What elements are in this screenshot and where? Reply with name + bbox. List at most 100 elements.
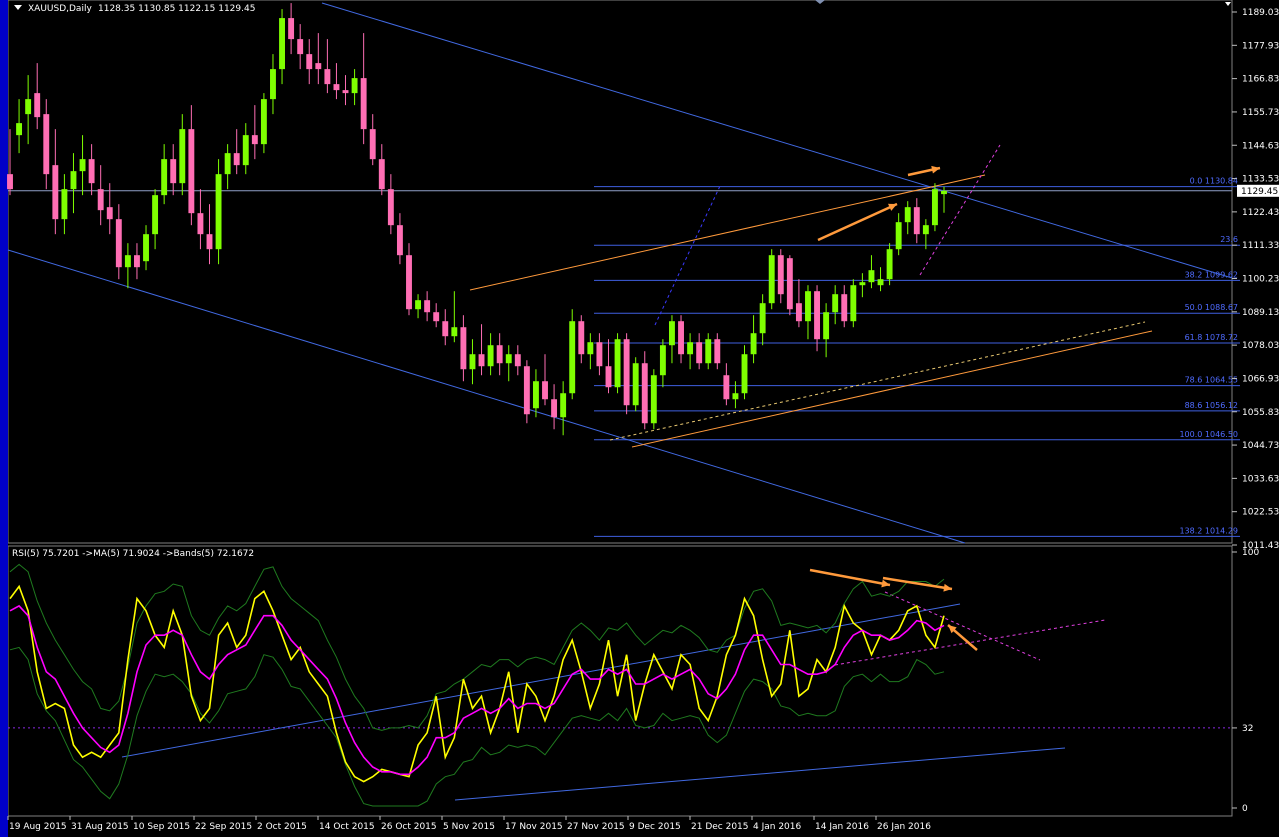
candle-body-bear bbox=[115, 219, 122, 268]
blue-dotted-line bbox=[654, 185, 721, 326]
candle-body-bull bbox=[242, 135, 249, 166]
candle-body-bear bbox=[52, 165, 59, 220]
candle-body-bear bbox=[134, 255, 140, 268]
price-tick-label: 1177.93 bbox=[1242, 41, 1279, 51]
price-tick-label: 1044.73 bbox=[1242, 441, 1279, 451]
trend-lines[interactable] bbox=[7, 2, 1233, 544]
candle-body-bear bbox=[433, 312, 440, 322]
candle-body-bull bbox=[904, 207, 911, 223]
candle-body-bull bbox=[614, 339, 621, 388]
candle-body-bear bbox=[777, 255, 784, 295]
candle-body-bull bbox=[632, 363, 639, 406]
fib-level-label: 138.2 1014.29 bbox=[1179, 526, 1238, 535]
candle-body-bull bbox=[161, 159, 168, 196]
candle-body-bull bbox=[895, 222, 902, 250]
candle-body-bull bbox=[532, 381, 539, 409]
candle-body-bear bbox=[723, 375, 730, 400]
candle-body-bear bbox=[478, 354, 485, 367]
candle-body-bear bbox=[841, 294, 848, 322]
candle-body-bear bbox=[88, 159, 95, 184]
mt4-chart-window[interactable]: 0.0 1130.84 23.6 38.2 1099.62 50.0 1088.67 6… bbox=[0, 0, 1279, 837]
candle-body-bear bbox=[795, 303, 802, 322]
fib-level-label: 0.0 1130.84 bbox=[1190, 177, 1238, 186]
candle-body-bear bbox=[514, 354, 521, 367]
time-tick-label: 2 Oct 2015 bbox=[257, 822, 307, 832]
candle-body-bear bbox=[696, 342, 703, 364]
candle-body-bull bbox=[260, 99, 267, 145]
fib-level-label: 61.8 1078.72 bbox=[1185, 333, 1238, 342]
indicator-header: RSI(5) 75.7201 ->MA(5) 71.9024 ->Bands(5… bbox=[12, 549, 254, 559]
candle-body-bear bbox=[424, 300, 431, 313]
candle-body-bull bbox=[351, 78, 358, 94]
candle-body-bull bbox=[931, 189, 938, 226]
time-tick-label: 22 Sep 2015 bbox=[195, 822, 252, 832]
candle-body-bull bbox=[823, 312, 830, 340]
candle-body-bull bbox=[569, 321, 576, 394]
time-tick-label: 14 Jan 2016 bbox=[815, 822, 869, 832]
price-tick-label: 1066.93 bbox=[1242, 374, 1279, 384]
candle-body-bull bbox=[451, 327, 458, 337]
chart-header-symbol: XAUUSD,Daily bbox=[28, 4, 92, 14]
candle-body-bear bbox=[442, 321, 449, 337]
rsi-indicator bbox=[8, 563, 1232, 807]
candle-body-bear bbox=[641, 363, 648, 424]
rsi-tick-label: 100 bbox=[1242, 548, 1259, 558]
candle-body-bear bbox=[542, 381, 548, 400]
candle-body-bear bbox=[315, 63, 322, 70]
rsi-magenta-dotted-1 bbox=[884, 591, 1041, 661]
candle-body-bull bbox=[469, 354, 476, 370]
candle-body-bear bbox=[678, 321, 684, 355]
candle-body-bull bbox=[25, 99, 32, 115]
rsi-tick-label: 0 bbox=[1242, 804, 1248, 814]
chart-header-dropdown-icon[interactable] bbox=[14, 5, 22, 10]
candle-body-bull bbox=[224, 153, 231, 175]
candle-body-bull bbox=[61, 189, 68, 220]
price-tick-label: 1144.63 bbox=[1242, 141, 1279, 151]
candle-body-bear bbox=[106, 207, 113, 220]
candle-body-bear bbox=[306, 54, 313, 70]
chart-canvas[interactable]: 0.0 1130.8423.638.2 1099.6250.0 1088.676… bbox=[0, 0, 1279, 837]
candle-body-bear bbox=[786, 258, 793, 310]
price-tick-label: 1111.33 bbox=[1242, 241, 1279, 251]
bollinger-mid-band bbox=[9, 605, 945, 775]
candles bbox=[7, 3, 947, 436]
candle-body-bull bbox=[270, 69, 276, 100]
fib-level-label: 23.6 bbox=[1220, 235, 1238, 244]
candle-body-bear bbox=[233, 153, 240, 166]
price-tick-label: 1189.03 bbox=[1242, 8, 1279, 18]
candle-body-bear bbox=[460, 327, 467, 370]
candle-body-bull bbox=[705, 339, 712, 364]
price-tick-label: 1033.63 bbox=[1242, 474, 1279, 484]
candle-body-bear bbox=[605, 366, 612, 388]
candle-body-bear bbox=[396, 225, 403, 256]
candle-body-bull bbox=[152, 195, 159, 235]
candle-body-bull bbox=[179, 129, 186, 184]
current-price-label: 1129.45 bbox=[1241, 187, 1278, 197]
candle-body-bull bbox=[279, 18, 285, 70]
candle-body-bear bbox=[913, 207, 920, 235]
candle-body-bear bbox=[297, 39, 304, 55]
candle-body-bull bbox=[868, 270, 875, 283]
candle-body-bull bbox=[768, 255, 775, 304]
time-tick-label: 21 Dec 2015 bbox=[691, 822, 749, 832]
channel-lower-line bbox=[7, 249, 966, 544]
rsi-tick-label: 32 bbox=[1242, 724, 1253, 734]
candle-body-bull bbox=[941, 190, 947, 195]
annotation-arrows[interactable] bbox=[809, 165, 978, 651]
time-tick-label: 27 Nov 2015 bbox=[567, 822, 625, 832]
price-tick-label: 1055.83 bbox=[1242, 408, 1279, 418]
fib-level-label: 78.6 1064.55 bbox=[1185, 376, 1238, 385]
time-tick-label: 19 Aug 2015 bbox=[9, 822, 67, 832]
time-tick-label: 10 Sep 2015 bbox=[133, 822, 190, 832]
time-tick-label: 14 Oct 2015 bbox=[319, 822, 375, 832]
candle-body-bull bbox=[832, 294, 839, 313]
candle-body-bull bbox=[587, 342, 594, 355]
candle-body-bear bbox=[197, 213, 204, 235]
time-tick-label: 26 Oct 2015 bbox=[381, 822, 437, 832]
candle-body-bull bbox=[877, 279, 884, 286]
orange-arrow-shaft bbox=[882, 576, 953, 591]
candle-body-bear bbox=[333, 84, 340, 91]
candle-body-bull bbox=[16, 123, 23, 136]
candle-body-bear bbox=[188, 129, 195, 214]
candle-body-bull bbox=[850, 285, 857, 322]
